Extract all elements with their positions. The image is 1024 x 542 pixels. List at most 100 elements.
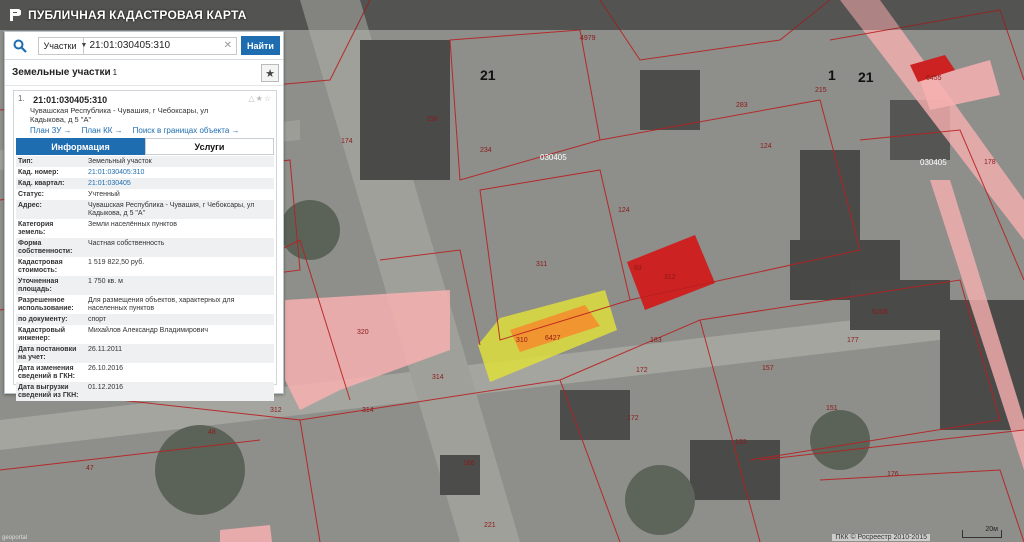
table-row: Дата выгрузки сведений из ГКН: 01.12.2016 bbox=[16, 382, 274, 401]
result-index: 1. bbox=[18, 94, 25, 103]
result-links: План ЗУ → План КК → Поиск в границах объ… bbox=[14, 124, 276, 138]
svg-text:215: 215 bbox=[815, 87, 827, 94]
favorites-button[interactable]: ★ bbox=[261, 64, 279, 82]
attr-value: Для размещения объектов, характерных для… bbox=[88, 296, 235, 312]
star-icon: ★ bbox=[265, 67, 275, 80]
attr-key: Кад. квартал: bbox=[18, 179, 65, 187]
results-header: Земельные участки 1 ★ bbox=[5, 60, 283, 86]
district-label: 21 bbox=[480, 67, 496, 83]
svg-text:63: 63 bbox=[634, 265, 642, 272]
svg-text:221: 221 bbox=[484, 522, 496, 529]
svg-text:310: 310 bbox=[516, 337, 528, 344]
result-address: Чувашская Республика - Чувашия, г Чебокс… bbox=[30, 106, 209, 124]
attr-key: Кадастровый инженер: bbox=[18, 326, 66, 342]
svg-text:283: 283 bbox=[736, 102, 748, 109]
info-tabs: Информация Услуги bbox=[16, 138, 274, 155]
svg-text:47: 47 bbox=[86, 465, 94, 472]
search-icon[interactable] bbox=[9, 35, 30, 57]
search-query: 21:01:030405:310 bbox=[89, 40, 171, 51]
table-row: Дата изменения сведений в ГКН: 26.10.2016 bbox=[16, 363, 274, 382]
table-row: по документу: спорт bbox=[16, 314, 274, 325]
table-row: Форма собственности: Частная собственност… bbox=[16, 238, 274, 257]
search-bar: Участки ▼ 21:01:030405:310 ✕ Найти bbox=[5, 32, 283, 60]
attr-key: Дата выгрузки сведений из ГКН: bbox=[18, 383, 79, 399]
svg-text:312: 312 bbox=[270, 407, 282, 414]
svg-text:156: 156 bbox=[426, 116, 438, 123]
search-type-select[interactable]: Участки ▼ bbox=[38, 36, 87, 55]
attr-key: по документу: bbox=[18, 315, 68, 323]
attr-value: Чувашская Республика - Чувашия, г Чебокс… bbox=[88, 201, 255, 217]
scale-bar bbox=[962, 530, 1002, 538]
star-outline-icon[interactable]: ★ bbox=[256, 94, 264, 103]
attr-key: Категория земель: bbox=[18, 220, 54, 236]
star-outline-icon[interactable]: ☆ bbox=[264, 94, 272, 103]
svg-text:183: 183 bbox=[650, 337, 662, 344]
top-bar: ПУБЛИЧНАЯ КАДАСТРОВАЯ КАРТА bbox=[0, 0, 1024, 30]
svg-text:48: 48 bbox=[208, 429, 216, 436]
map-attribution[interactable]: geoportal bbox=[2, 535, 27, 541]
attr-value: Михайлов Александр Владимирович bbox=[88, 326, 209, 334]
attr-value: 1 750 кв. м bbox=[88, 277, 123, 285]
result-card-icons: △★☆ bbox=[249, 94, 273, 103]
quarter-label: 030405 bbox=[540, 153, 567, 162]
attr-key: Дата изменения сведений в ГКН: bbox=[18, 364, 75, 380]
table-row: Тип: Земельный участок bbox=[16, 156, 274, 167]
svg-text:177: 177 bbox=[847, 337, 859, 344]
attr-value: 1 519 822,50 руб. bbox=[88, 258, 145, 266]
search-within-link[interactable]: Поиск в границах объекта → bbox=[133, 126, 240, 135]
svg-text:157: 157 bbox=[762, 365, 774, 372]
svg-text:124: 124 bbox=[618, 207, 630, 214]
tab-services[interactable]: Услуги bbox=[145, 138, 274, 155]
svg-text:311: 311 bbox=[536, 261, 547, 268]
svg-text:314: 314 bbox=[432, 374, 444, 381]
clear-icon[interactable]: ✕ bbox=[224, 40, 232, 51]
district-label: 1 bbox=[828, 67, 836, 83]
attr-key: Кад. номер: bbox=[18, 168, 59, 176]
table-row: Кад. номер: 21:01:030405:310 bbox=[16, 167, 274, 178]
table-row: Кад. квартал: 21:01:030405 bbox=[16, 178, 274, 189]
svg-text:320: 320 bbox=[357, 329, 369, 336]
svg-text:151: 151 bbox=[826, 405, 838, 412]
search-input[interactable]: 21:01:030405:310 ✕ bbox=[84, 36, 237, 55]
attr-value-link[interactable]: 21:01:030405:310 bbox=[82, 169, 272, 177]
table-row: Разрешенное использование: Для размещения… bbox=[16, 295, 274, 314]
svg-text:6427: 6427 bbox=[545, 335, 561, 342]
svg-text:178: 178 bbox=[984, 159, 996, 166]
table-row: Кадастровая стоимость: 1 519 822,50 руб. bbox=[16, 257, 274, 276]
svg-text:172: 172 bbox=[636, 367, 648, 374]
attr-key: Тип: bbox=[18, 157, 33, 165]
result-card-header: 1. 21:01:030405:310 △★☆ bbox=[14, 91, 276, 106]
attr-key: Разрешенное использование: bbox=[18, 296, 74, 312]
table-row: Кадастровый инженер: Михайлов Александр В… bbox=[16, 325, 274, 344]
attr-value: Земельный участок bbox=[88, 157, 152, 165]
find-button[interactable]: Найти bbox=[240, 36, 281, 55]
result-cad-number[interactable]: 21:01:030405:310 bbox=[33, 95, 107, 105]
svg-text:166: 166 bbox=[463, 460, 475, 467]
attr-value: спорт bbox=[88, 315, 107, 323]
attr-key: Дата постановки на учет: bbox=[18, 345, 77, 361]
attr-value-link[interactable]: 21:01:030405 bbox=[82, 180, 272, 188]
table-row: Уточненная площадь: 1 750 кв. м bbox=[16, 276, 274, 295]
attr-value: 01.12.2016 bbox=[88, 383, 124, 391]
svg-text:312: 312 bbox=[664, 274, 676, 281]
results-count: 1 bbox=[112, 68, 118, 77]
attr-value: 26.11.2011 bbox=[88, 345, 122, 353]
plan-zu-link[interactable]: План ЗУ → bbox=[30, 126, 72, 135]
svg-text:124: 124 bbox=[760, 143, 772, 150]
svg-text:172: 172 bbox=[627, 415, 639, 422]
svg-text:176: 176 bbox=[887, 471, 899, 478]
plan-kk-link[interactable]: План КК → bbox=[82, 126, 123, 135]
svg-text:234: 234 bbox=[480, 147, 492, 154]
attributes-table: Тип: Земельный участок Кад. номер: 21:01:0… bbox=[16, 156, 274, 401]
svg-text:193: 193 bbox=[735, 439, 747, 446]
tab-information[interactable]: Информация bbox=[16, 138, 145, 155]
quarter-label: 030405 bbox=[920, 158, 947, 167]
warning-icon[interactable]: △ bbox=[249, 94, 256, 103]
attr-value: 26.10.2016 bbox=[88, 364, 124, 372]
attr-key: Статус: bbox=[18, 190, 44, 198]
results-title: Земельные участки bbox=[12, 67, 111, 78]
attr-key: Адрес: bbox=[18, 201, 42, 209]
svg-text:6206: 6206 bbox=[872, 309, 888, 316]
attr-value: Частная собственность bbox=[88, 239, 165, 247]
result-card: 1. 21:01:030405:310 △★☆ Чувашская Респуб… bbox=[13, 90, 277, 401]
